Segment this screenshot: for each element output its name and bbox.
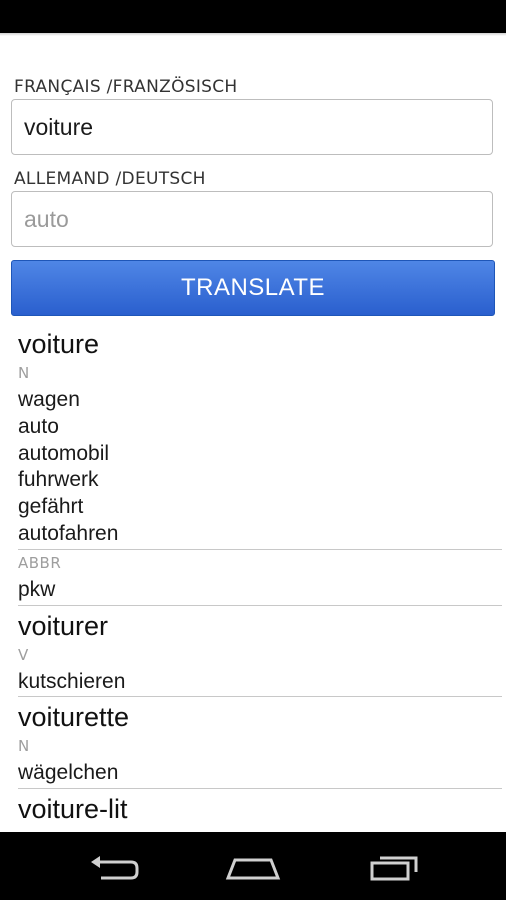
translation: automobil xyxy=(18,441,110,465)
translation: pkw xyxy=(18,577,56,601)
translation: auto xyxy=(18,414,59,438)
part-of-speech: N xyxy=(18,737,30,756)
translation: fuhrwerk xyxy=(18,468,99,492)
part-of-speech: V xyxy=(18,645,29,664)
source-word-input[interactable]: voiture xyxy=(11,99,493,155)
translation: wagen xyxy=(18,388,80,411)
part-of-speech: N xyxy=(18,364,30,382)
translation: wägelchen xyxy=(18,761,119,785)
headword: voiture xyxy=(18,329,100,359)
translation: autofahren xyxy=(18,521,119,545)
result-entry[interactable]: voiture N wagen auto automobil fuhrwerk … xyxy=(0,324,506,606)
status-bar xyxy=(0,0,506,33)
headword: voiture-lit xyxy=(18,794,128,825)
headword: voiturette xyxy=(18,702,130,733)
translation: gefährt xyxy=(18,495,84,519)
headword: voiturer xyxy=(18,610,109,641)
recent-apps-icon[interactable] xyxy=(366,846,426,886)
navigation-bar xyxy=(0,832,506,900)
result-entry[interactable]: voiturette N wägelchen xyxy=(0,697,506,790)
results-list: voiture N wagen auto automobil fuhrwerk … xyxy=(0,324,506,825)
target-word-input[interactable]: auto xyxy=(11,191,493,247)
translate-button[interactable]: TRANSLATE xyxy=(11,260,495,316)
translation: kutschieren xyxy=(18,669,126,693)
home-icon[interactable] xyxy=(223,846,283,886)
result-entry[interactable]: voiture-lit xyxy=(0,789,506,825)
part-of-speech: ABBR xyxy=(18,553,62,572)
target-language-label: ALLEMAND /DEUTSCH xyxy=(14,169,206,189)
main-content: FRANÇAIS /FRANZÖSISCH voiture ALLEMAND /… xyxy=(0,36,506,832)
result-entry[interactable]: voiturer V kutschieren xyxy=(0,606,506,698)
back-icon[interactable] xyxy=(83,846,143,886)
source-language-label: FRANÇAIS /FRANZÖSISCH xyxy=(14,77,238,97)
